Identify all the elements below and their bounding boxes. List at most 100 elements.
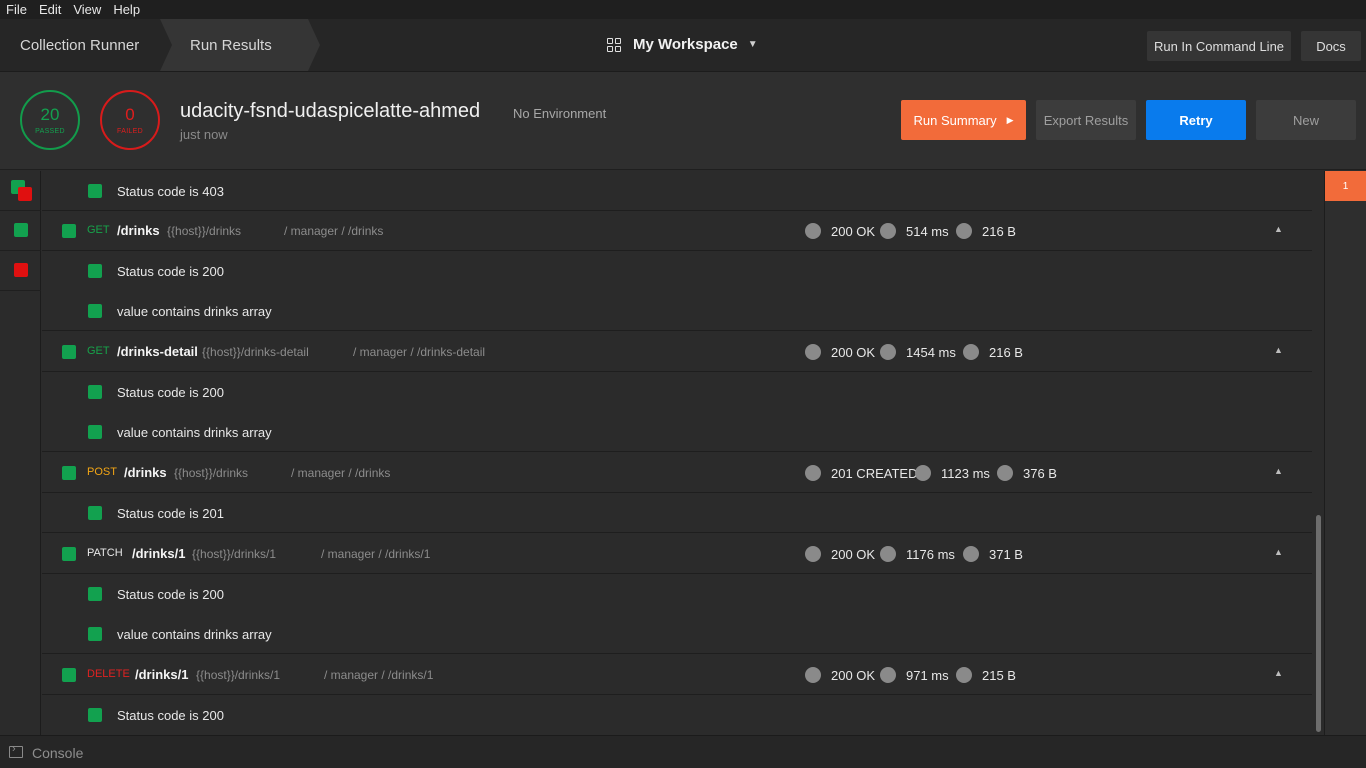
test-pass-icon [88,264,102,278]
status-fail-icon [14,263,28,277]
iteration-tab[interactable]: 1 [1325,171,1366,201]
collapse-icon[interactable]: ▲ [1274,345,1283,355]
response-size: 216 B [982,224,1016,239]
request-folder: / manager / /drinks-detail [353,345,486,359]
request-url: {{host}}/drinks [167,224,242,238]
status-dot-icon [805,546,821,562]
passed-count: 20 [40,105,60,124]
response-status: 200 OK [831,668,876,683]
test-pass-icon [88,385,102,399]
iteration-column [1324,171,1366,735]
request-folder: / manager / /drinks/1 [324,668,434,682]
request-pass-icon [62,547,76,561]
menu-bar: File Edit View Help [0,0,1366,19]
request-method: DELETE [87,668,130,680]
menu-edit[interactable]: Edit [33,2,67,17]
test-name: value contains drinks array [117,425,272,440]
test-name: value contains drinks array [117,304,272,319]
response-status: 200 OK [831,224,876,239]
console-bar[interactable]: Console [0,735,1366,768]
run-in-command-line-button[interactable]: Run In Command Line [1147,31,1291,61]
request-path: /drinks-detail [117,344,198,359]
test-row: value contains drinks array [42,291,1312,331]
request-method: PATCH [87,547,123,559]
response-size: 376 B [1023,466,1057,481]
collapse-icon[interactable]: ▲ [1274,668,1283,678]
test-name: Status code is 200 [117,264,224,279]
console-icon [9,743,23,758]
request-method: POST [87,466,117,478]
test-name: Status code is 403 [117,184,224,199]
collapse-icon[interactable]: ▲ [1274,547,1283,557]
test-row: Status code is 200 [42,251,1312,291]
failed-count: 0 [125,105,135,124]
export-results-button[interactable]: Export Results [1036,100,1136,140]
test-name: Status code is 200 [117,708,224,723]
retry-button[interactable]: Retry [1146,100,1246,140]
test-pass-icon [88,506,102,520]
caret-right-icon: ▶ [1006,114,1014,125]
request-row[interactable]: GET /drinks-detail {{host}}/drinks-detai… [42,332,1312,372]
response-time: 1123 ms [941,466,990,481]
passed-counter: 20 PASSED [20,90,80,150]
test-row: Status code is 403 [42,171,1312,211]
workspace-grid-icon [607,37,621,52]
workspace-switcher[interactable]: My Workspace ▼ [607,36,758,53]
collection-title: udacity-fsnd-udaspicelatte-ahmed [180,100,481,122]
request-row[interactable]: POST /drinks {{host}}/drinks / manager /… [42,453,1312,493]
test-row: value contains drinks array [42,614,1312,654]
test-pass-icon [88,425,102,439]
test-row: value contains drinks array [42,412,1312,452]
response-status: 200 OK [831,547,876,562]
request-path: /drinks/1 [135,667,189,682]
request-path: /drinks [124,465,167,480]
response-size: 215 B [982,668,1016,683]
response-status: 200 OK [831,345,876,360]
new-button[interactable]: New [1256,100,1356,140]
request-folder: / manager / /drinks [284,224,384,238]
request-url: {{host}}/drinks/1 [196,668,281,682]
response-status: 201 CREATED [831,466,918,481]
breadcrumb-collection-runner[interactable]: Collection Runner [20,37,139,54]
request-pass-icon [62,668,76,682]
run-summary-button[interactable]: Run Summary ▶ [901,100,1026,140]
failed-counter: 0 FAILED [100,90,160,150]
breadcrumb-run-results-tab[interactable]: Run Results [160,19,320,71]
results-list: Status code is 403 GET /drinks {{host}}/… [42,171,1312,735]
test-row: Status code is 200 [42,372,1312,412]
console-label: Console [32,745,84,761]
menu-help[interactable]: Help [107,2,146,17]
run-summary-label: Run Summary [913,112,997,128]
status-dot-icon [805,667,821,683]
docs-button[interactable]: Docs [1301,31,1361,61]
request-row[interactable]: DELETE /drinks/1 {{host}}/drinks/1 / man… [42,655,1312,695]
test-name: Status code is 201 [117,506,224,521]
menu-view[interactable]: View [67,2,107,17]
request-method: GET [87,224,110,236]
strip-cell-pass[interactable] [0,211,41,251]
strip-cell-mixed[interactable] [0,171,41,211]
request-row[interactable]: GET /drinks {{host}}/drinks / manager / … [42,211,1312,251]
results-scrollbar-thumb[interactable] [1316,515,1321,732]
time-dot-icon [915,465,931,481]
status-pass-icon [14,223,28,237]
size-dot-icon [956,667,972,683]
run-time-label: just now [180,127,228,142]
workspace-name: My Workspace [633,36,738,53]
request-row[interactable]: PATCH /drinks/1 {{host}}/drinks/1 / mana… [42,534,1312,574]
collapse-icon[interactable]: ▲ [1274,466,1283,476]
response-size: 216 B [989,345,1023,360]
request-pass-icon [62,345,76,359]
request-folder: / manager / /drinks/1 [321,547,431,561]
test-pass-icon [88,627,102,641]
request-pass-icon [62,466,76,480]
response-size: 371 B [989,547,1023,562]
test-pass-icon [88,587,102,601]
test-row: Status code is 201 [42,493,1312,533]
collapse-icon[interactable]: ▲ [1274,224,1283,234]
test-pass-icon [88,304,102,318]
chevron-down-icon: ▼ [747,39,758,50]
menu-file[interactable]: File [0,2,33,17]
response-time: 1176 ms [906,547,955,562]
strip-cell-fail[interactable] [0,251,41,291]
